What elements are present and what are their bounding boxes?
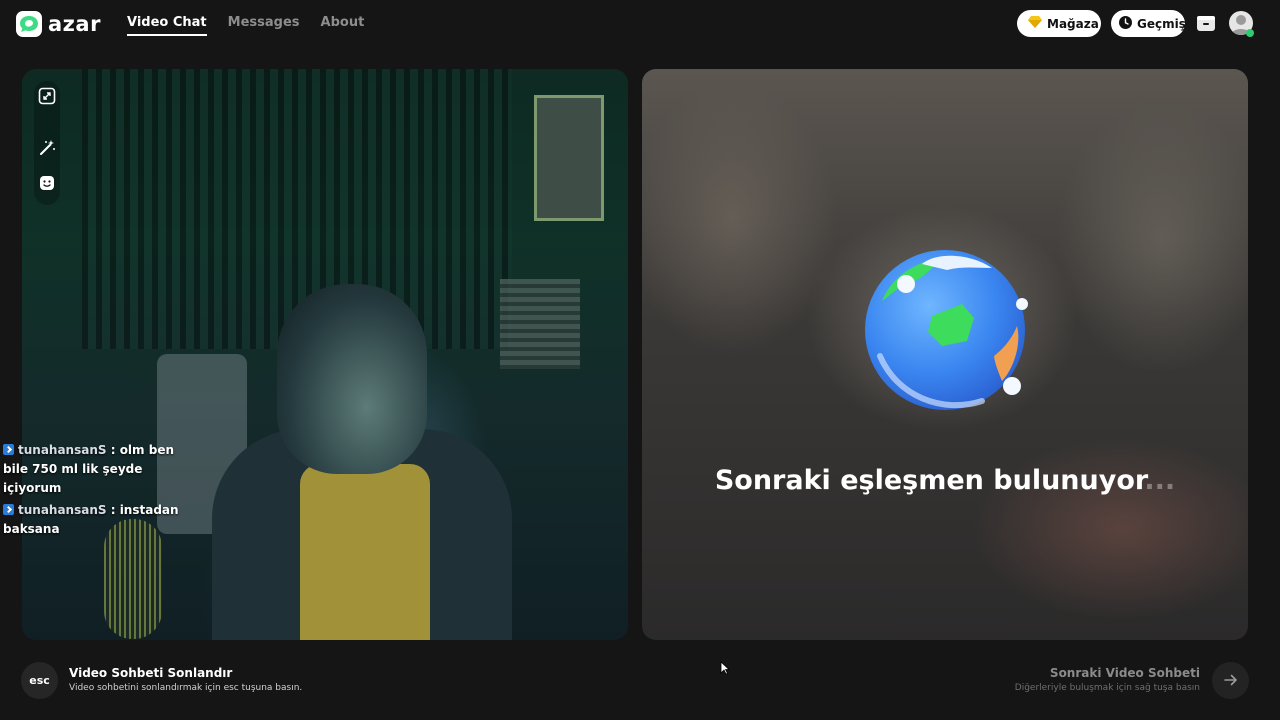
status-text: Sonraki eşleşmen bulunuyor (714, 465, 1145, 496)
chat-username: tunahansanS (18, 443, 107, 457)
azar-logo[interactable]: azar (16, 11, 101, 37)
top-navigation-bar: azar Video Chat Messages About Mağaza Ge… (0, 0, 1280, 48)
end-chat-button[interactable]: esc (21, 662, 58, 699)
next-chat-button[interactable] (1212, 662, 1249, 699)
chat-separator: : (106, 443, 120, 457)
main-nav: Video Chat Messages About (127, 15, 364, 36)
chat-separator: : (106, 503, 120, 517)
chat-username: tunahansanS (18, 503, 107, 517)
azar-logo-icon (16, 11, 42, 37)
person-head (277, 284, 427, 474)
nav-video-chat[interactable]: Video Chat (127, 15, 207, 36)
history-label: Geçmiş (1137, 16, 1186, 31)
nav-messages[interactable]: Messages (228, 15, 300, 36)
arrow-right-icon (1223, 671, 1238, 690)
person-shirt (300, 464, 430, 640)
local-video-feed (22, 69, 628, 640)
shelf (500, 279, 580, 369)
next-chat-title: Sonraki Video Sohbeti (1049, 666, 1200, 680)
shop-label: Mağaza (1047, 16, 1099, 31)
arrow-badge-icon (3, 444, 14, 455)
brand-name: azar (48, 12, 101, 36)
inbox-icon[interactable] (1196, 13, 1216, 33)
nav-about[interactable]: About (321, 15, 365, 36)
globe-icon (862, 246, 1032, 416)
chat-message: tunahansanS : olm ben bile 750 ml lik şe… (3, 441, 193, 498)
expand-icon[interactable] (38, 87, 56, 105)
arrow-badge-icon (3, 504, 14, 515)
mouse-cursor-icon (720, 660, 731, 675)
end-chat-hint: Video sohbetini sonlandırmak için esc tu… (69, 683, 303, 693)
avatar-status-badge (1246, 29, 1254, 37)
loading-dots: ... (1144, 465, 1176, 496)
remote-video-panel: Sonraki eşleşmen bulunuyor... (642, 69, 1248, 640)
magic-wand-icon[interactable] (38, 139, 56, 157)
history-button[interactable]: Geçmiş (1111, 10, 1186, 37)
wall-poster (534, 95, 604, 221)
gem-icon (1028, 16, 1042, 31)
shop-button[interactable]: Mağaza (1017, 10, 1101, 37)
clock-icon (1119, 15, 1132, 32)
stream-chat-overlay: tunahansanS : olm ben bile 750 ml lik şe… (3, 441, 193, 542)
chat-message: tunahansanS : instadan baksana (3, 501, 193, 539)
bottom-controls: esc Video Sohbeti Sonlandır Video sohbet… (0, 650, 1280, 720)
finding-match-status: Sonraki eşleşmen bulunuyor... (642, 465, 1248, 496)
next-chat-hint: Diğerleriyle buluşmak için sağ tuşa bası… (1014, 683, 1200, 693)
end-chat-title: Video Sohbeti Sonlandır (69, 666, 233, 680)
face-effects-icon[interactable] (38, 174, 56, 192)
